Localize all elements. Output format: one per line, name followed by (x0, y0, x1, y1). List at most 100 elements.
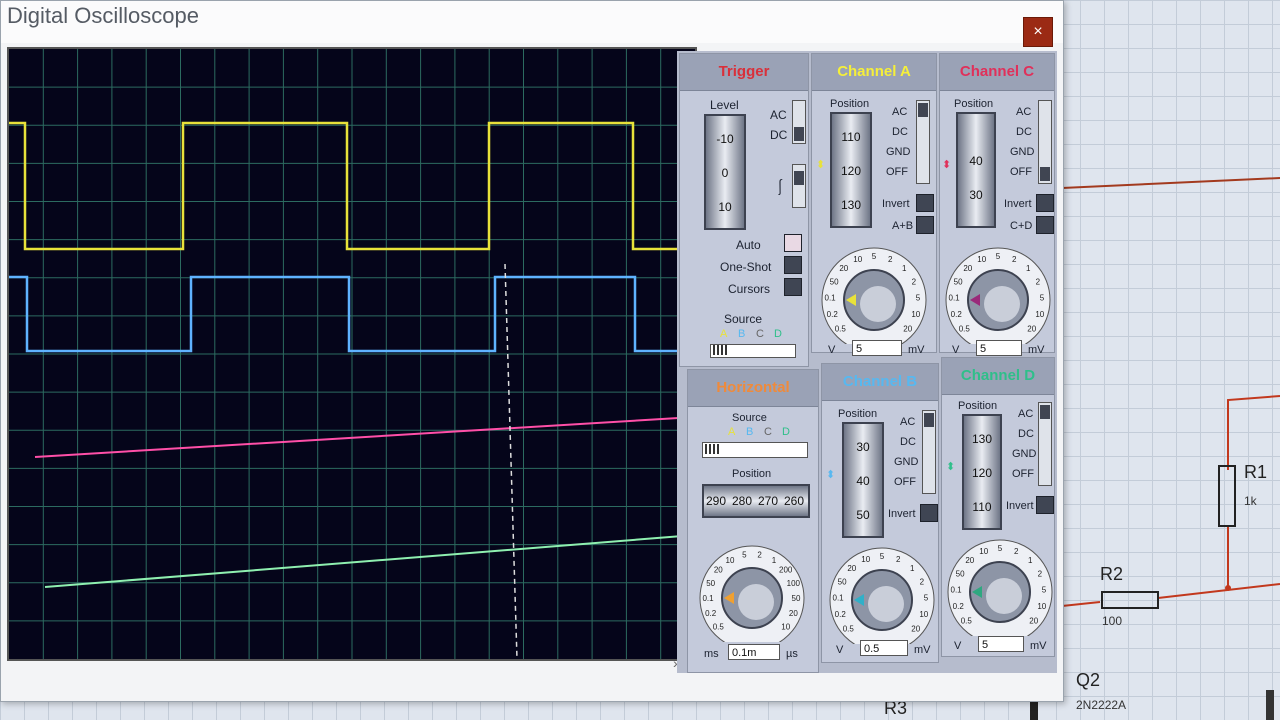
scope-screen[interactable] (7, 47, 697, 661)
channel-c-volts-dial[interactable]: 0.5 0.2 0.1 50 20 10 5 2 1 2 5 10 20 (942, 240, 1054, 353)
dial-tick-label: 100 (787, 579, 801, 588)
channel-a-position-tick: 130 (840, 198, 862, 212)
horizontal-position-tick: 270 (758, 494, 779, 508)
dial-tick-label: 0.2 (953, 602, 965, 611)
channel_a-dial-graphic: 0.50.20.1502010 5 21251020 (821, 247, 927, 353)
dial-tick-label: 0.2 (705, 609, 717, 618)
channel-b-title: Channel B (822, 364, 938, 401)
channel-c-combine-button[interactable] (1036, 216, 1054, 234)
trigger-cursors-label: Cursors (728, 282, 771, 296)
channel-a-position-drum[interactable]: 110 120 130 (830, 112, 872, 228)
channel-c-position-drum[interactable]: 40 30 (956, 112, 996, 228)
dial-tick-label: 50 (954, 277, 963, 286)
resistor-r1 (1218, 465, 1236, 527)
channel-c-combine-label: C+D (1010, 220, 1033, 232)
trigger-auto-button[interactable] (784, 234, 802, 252)
dial-tick-label: 5 (880, 552, 885, 561)
channel-a-position-tick: 120 (840, 164, 862, 178)
channel-d-position-drum[interactable]: 130 120 110 (962, 414, 1002, 530)
channel-c-unit-v: V (952, 344, 960, 356)
dial-tick-label: 0.1 (949, 293, 961, 302)
channel-b-position-tick: 40 (856, 474, 870, 488)
dial-tick-label: 2 (912, 277, 917, 286)
trigger-source-slider[interactable] (710, 344, 796, 358)
horizontal-source-a[interactable]: A (728, 426, 735, 438)
channel-b-unit-v: V (836, 644, 844, 656)
horizontal-dial-graphic: 0.50.20.15020105 21200100502010 (699, 545, 805, 651)
trigger-source-d[interactable]: D (774, 328, 782, 340)
dial-tick-label: 20 (1027, 324, 1036, 333)
channel-b-volts-dial[interactable]: 0.5 0.2 0.1 50 20 10 5 2 1 2 5 10 20 (826, 540, 938, 653)
horizontal-source-c[interactable]: C (764, 426, 772, 438)
horizontal-source-b[interactable]: B (746, 426, 753, 438)
channel-b-off-label: OFF (894, 476, 916, 488)
dial-tick-label: 50 (838, 577, 847, 586)
dial-tick-label: 10 (979, 547, 988, 556)
horizontal-source-slider[interactable] (702, 442, 808, 458)
channel-a-position-label: Position (830, 98, 870, 110)
channel-c-invert-button[interactable] (1036, 194, 1054, 212)
resistor-r2 (1101, 591, 1159, 609)
dial-tick-label: 5 (742, 551, 747, 560)
trigger-source-b[interactable]: B (738, 328, 745, 340)
dial-tick-label: 2 (896, 555, 901, 564)
wire-r1-top (1227, 395, 1280, 470)
trigger-auto-label: Auto (736, 238, 761, 252)
horizontal-source-d[interactable]: D (782, 426, 790, 438)
horizontal-position-drum[interactable]: 290 280 270 260 (702, 484, 810, 518)
channel-d-dc-label: DC (1018, 428, 1034, 440)
channel-d-section: Channel D Position 130 120 110 ⬍ AC DC G… (941, 357, 1055, 657)
channel-c-off-label: OFF (1010, 166, 1032, 178)
trigger-edge-switch[interactable] (792, 164, 806, 208)
channel-d-coupling-switch[interactable] (1038, 402, 1052, 486)
trigger-source-a[interactable]: A (720, 328, 727, 340)
dial-tick-label: 10 (861, 555, 870, 564)
channel-d-volts-readout: 5 (978, 636, 1024, 652)
trigger-coupling-switch[interactable] (792, 100, 806, 144)
channel-b-volts-readout: 0.5 (860, 640, 908, 656)
dial-tick-label: 0.2 (827, 310, 839, 319)
trigger-one-shot-button[interactable] (784, 256, 802, 274)
dial-tick-label: 0.5 (835, 324, 847, 333)
wire-top (1061, 177, 1280, 189)
close-button[interactable]: × (1023, 17, 1053, 47)
dial-tick-label: 10 (1035, 310, 1044, 319)
channel-a-combine-button[interactable] (916, 216, 934, 234)
channel-a-section: Channel A Position 110 120 130 ⬍ AC DC G… (811, 53, 937, 356)
channel-a-invert-button[interactable] (916, 194, 934, 212)
dial-tick-label: 200 (779, 566, 793, 575)
channel-b-position-tick: 30 (856, 440, 870, 454)
channel-c-invert-label: Invert (1004, 198, 1032, 210)
trigger-cursors-button[interactable] (784, 278, 802, 296)
horizontal-section: Horizontal Source A B C D Position 290 2… (687, 369, 819, 673)
dial-tick-label: 5 (924, 593, 929, 602)
channel_b-dial-graphic: 0.50.20.1502010 5 21251020 (829, 547, 935, 653)
dial-tick-label: 0.2 (951, 310, 963, 319)
channel-c-coupling-switch[interactable] (1038, 100, 1052, 184)
channel-d-volts-dial[interactable]: 0.5 0.2 0.1 50 20 10 5 2 1 2 5 10 20 (944, 532, 1056, 645)
channel-a-invert-label: Invert (882, 198, 910, 210)
trigger-section: Trigger Level -10 0 10 AC DC ⎰ Auto One-… (679, 53, 809, 367)
dial-tick-label: 10 (781, 622, 790, 631)
channel-d-invert-button[interactable] (1036, 496, 1054, 514)
trigger-source-c[interactable]: C (756, 328, 764, 340)
channel-b-coupling-switch[interactable] (922, 410, 936, 494)
dial-tick-label: 20 (714, 566, 723, 575)
channel-b-invert-label: Invert (888, 508, 916, 520)
trigger-source-label: Source (724, 312, 763, 326)
q2-label: Q2 (1076, 670, 1101, 690)
channel-a-volts-dial[interactable]: 0.5 0.2 0.1 50 20 10 5 2 1 2 5 10 20 (818, 240, 930, 353)
dial-tick-label: 20 (839, 264, 848, 273)
dial-tick-label: 5 (1042, 585, 1047, 594)
horizontal-timebase-dial[interactable]: 0.5 0.2 0.1 50 20 10 5 2 1 200 100 50 20 10 (696, 538, 808, 651)
channel-b-invert-button[interactable] (920, 504, 938, 522)
title-bar[interactable]: Digital Oscilloscope × (1, 1, 1063, 47)
channel-c-position-label: Position (954, 98, 994, 110)
channel-a-title: Channel A (812, 54, 936, 91)
dial-tick-label: 20 (963, 264, 972, 273)
channel-a-coupling-switch[interactable] (916, 100, 930, 184)
dial-tick-label: 0.5 (713, 622, 725, 631)
channel-b-position-drum[interactable]: 30 40 50 (842, 422, 884, 538)
channel-a-dc-label: DC (892, 126, 908, 138)
trigger-level-drum[interactable]: -10 0 10 (704, 114, 746, 230)
